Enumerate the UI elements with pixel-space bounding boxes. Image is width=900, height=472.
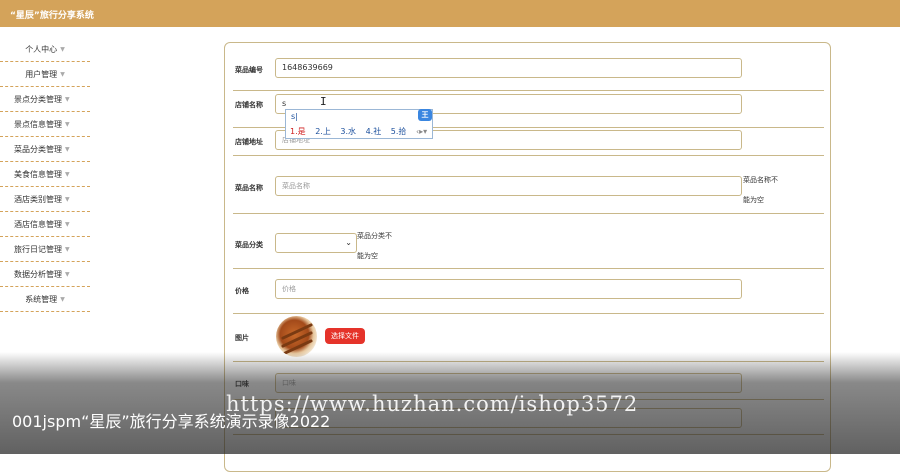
chevron-down-icon: ▼ bbox=[65, 220, 70, 228]
sidebar-item-label: 旅行日记管理 bbox=[14, 244, 62, 254]
chevron-down-icon: ▼ bbox=[65, 95, 70, 103]
sidebar-item-hotel-category[interactable]: 酒店类别管理 ▼ bbox=[0, 187, 90, 212]
image-label: 图片 bbox=[235, 334, 249, 342]
ime-candidate[interactable]: 4.社 bbox=[366, 127, 382, 136]
chevron-down-icon: ▼ bbox=[60, 70, 65, 78]
top-bar: “星辰”旅行分享系统 bbox=[0, 0, 900, 27]
sidebar-item-label: 用户管理 bbox=[25, 69, 58, 79]
ime-candidate[interactable]: 3.水 bbox=[340, 127, 356, 136]
dish-name-label: 菜品名称 bbox=[235, 184, 263, 192]
shop-address-label: 店铺地址 bbox=[235, 138, 263, 146]
ime-composition: s| bbox=[291, 112, 298, 121]
sidebar-item-data-analysis[interactable]: 数据分析管理 ▼ bbox=[0, 262, 90, 287]
price-label: 价格 bbox=[235, 287, 249, 295]
dish-no-label: 菜品编号 bbox=[235, 66, 263, 74]
dish-category-select[interactable]: ⌄ bbox=[275, 233, 357, 253]
sidebar-item-label: 美食信息管理 bbox=[14, 169, 62, 179]
ime-candidate[interactable]: 2.上 bbox=[315, 127, 331, 136]
ime-logo-icon: 王 bbox=[418, 109, 432, 121]
chevron-down-icon: ▼ bbox=[65, 120, 70, 128]
sidebar-item-label: 数据分析管理 bbox=[14, 269, 62, 279]
sidebar-item-food-info[interactable]: 美食信息管理 ▼ bbox=[0, 162, 90, 187]
ime-page-arrows-icon[interactable]: ‹▸▾ bbox=[416, 127, 427, 136]
chevron-down-icon: ▼ bbox=[65, 270, 70, 278]
dish-name-input[interactable]: 菜品名称 bbox=[275, 176, 742, 196]
chevron-down-icon: ▼ bbox=[65, 170, 70, 178]
sidebar: 个人中心 ▼ 用户管理 ▼ 景点分类管理 ▼ 景点信息管理 ▼ 菜品分类管理 ▼ 美食信息… bbox=[0, 37, 90, 312]
form-row-price: 价格 价格 bbox=[233, 269, 824, 314]
sidebar-item-hotel-info[interactable]: 酒店信息管理 ▼ bbox=[0, 212, 90, 237]
chevron-down-icon: ▼ bbox=[60, 45, 65, 53]
food-image bbox=[276, 316, 317, 357]
form-row-dish-no: 菜品编号 1648639669 bbox=[233, 43, 824, 91]
sidebar-item-label: 景点信息管理 bbox=[14, 119, 62, 129]
dish-no-input[interactable]: 1648639669 bbox=[275, 58, 742, 78]
ime-candidate-window[interactable]: s| 1.是 2.上 3.水 4.社 5.拾 ‹▸▾ bbox=[285, 109, 433, 139]
shop-name-label: 店铺名称 bbox=[235, 101, 263, 109]
chevron-down-icon: ▼ bbox=[65, 245, 70, 253]
sidebar-item-scenic-category[interactable]: 景点分类管理 ▼ bbox=[0, 87, 90, 112]
form-row-dish-name: 菜品名称 菜品名称 菜品名称不能为空 bbox=[233, 156, 824, 214]
sidebar-item-label: 系统管理 bbox=[25, 294, 58, 304]
sidebar-item-system[interactable]: 系统管理 ▼ bbox=[0, 287, 90, 312]
sidebar-item-scenic-info[interactable]: 景点信息管理 ▼ bbox=[0, 112, 90, 137]
sidebar-item-label: 景点分类管理 bbox=[14, 94, 62, 104]
dish-name-error: 菜品名称不能为空 bbox=[743, 176, 778, 204]
dish-category-label: 菜品分类 bbox=[235, 241, 263, 249]
ime-candidate[interactable]: 5.拾 bbox=[391, 127, 407, 136]
sidebar-item-dish-category[interactable]: 菜品分类管理 ▼ bbox=[0, 137, 90, 162]
ime-candidates: 1.是 2.上 3.水 4.社 5.拾 ‹▸▾ bbox=[290, 126, 434, 137]
sidebar-item-travel-diary[interactable]: 旅行日记管理 ▼ bbox=[0, 237, 90, 262]
sidebar-item-users[interactable]: 用户管理 ▼ bbox=[0, 62, 90, 87]
dish-category-error: 菜品分类不能为空 bbox=[357, 232, 392, 260]
sidebar-item-profile[interactable]: 个人中心 ▼ bbox=[0, 37, 90, 62]
chevron-down-icon: ⌄ bbox=[345, 238, 352, 247]
sidebar-item-label: 酒店信息管理 bbox=[14, 219, 62, 229]
video-caption: 001jspm“星辰”旅行分享系统演示录像2022 bbox=[12, 412, 331, 431]
sidebar-item-label: 个人中心 bbox=[25, 44, 58, 54]
price-input[interactable]: 价格 bbox=[275, 279, 742, 299]
ime-candidate[interactable]: 1.是 bbox=[290, 127, 306, 136]
sidebar-item-label: 菜品分类管理 bbox=[14, 144, 62, 154]
form-row-dish-category: 菜品分类 ⌄ 菜品分类不能为空 bbox=[233, 214, 824, 269]
chevron-down-icon: ▼ bbox=[60, 295, 65, 303]
choose-file-button[interactable]: 选择文件 bbox=[325, 328, 365, 344]
app-title: “星辰”旅行分享系统 bbox=[10, 11, 94, 21]
chevron-down-icon: ▼ bbox=[65, 195, 70, 203]
chevron-down-icon: ▼ bbox=[65, 145, 70, 153]
text-cursor-icon: I bbox=[320, 95, 327, 108]
sidebar-item-label: 酒店类别管理 bbox=[14, 194, 62, 204]
